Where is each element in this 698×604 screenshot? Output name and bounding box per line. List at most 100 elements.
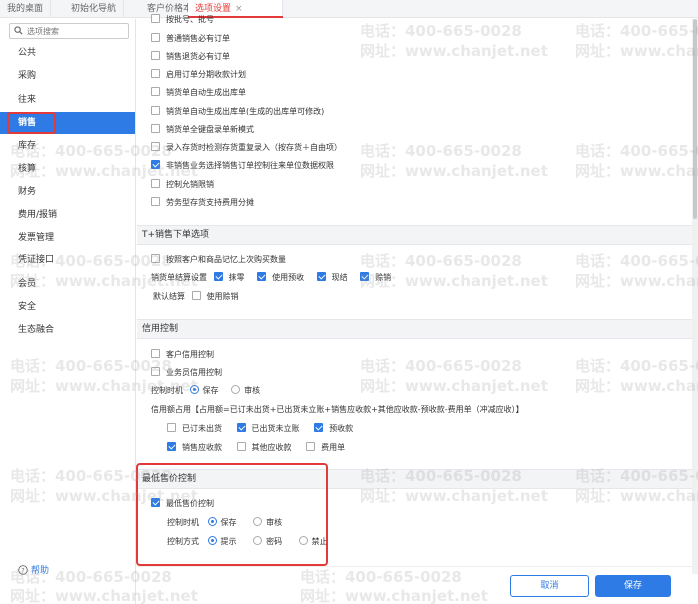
credit-formula: 信用额占用【占用额=已订未出货+已出货未立账+销售应收款+其他应收款-预收款-费… xyxy=(151,405,524,414)
option-label: 审核 xyxy=(244,386,261,395)
radio[interactable] xyxy=(231,385,241,394)
option-row[interactable]: 销售退货必有订单 xyxy=(151,50,230,63)
option-label: 非销售业务选择销售订单控制往来单位数据权限 xyxy=(166,161,334,170)
sales-highlight-frame xyxy=(7,112,56,134)
checkbox[interactable] xyxy=(151,197,160,206)
checkbox[interactable] xyxy=(151,51,160,60)
sidebar-item-member[interactable]: 会员 xyxy=(0,273,135,295)
option-label: 启用订单分期收款计划 xyxy=(166,70,246,79)
checkbox-checked[interactable] xyxy=(257,272,267,281)
section-header-tplus-order: T+销售下单选项 xyxy=(137,225,692,245)
settle-setting-label: 销货单结算设置 xyxy=(151,273,207,282)
checkbox[interactable] xyxy=(151,349,160,358)
option-label: 销售退货必有订单 xyxy=(166,52,230,61)
checkbox[interactable] xyxy=(236,442,246,451)
option-row[interactable]: 普通销售必有订单 xyxy=(151,32,230,45)
sidebar-item-security[interactable]: 安全 xyxy=(0,296,135,318)
option-label: 预收款 xyxy=(329,424,354,433)
option-label: 其他应收款 xyxy=(251,443,292,452)
help-link[interactable]: ? 帮助 xyxy=(18,565,49,577)
option-label: 录入存货时检测存货重复录入（按存货＋自由项） xyxy=(166,143,342,152)
save-button[interactable]: 保存 xyxy=(595,575,671,597)
option-row[interactable]: 按批号、批号 xyxy=(151,13,214,26)
option-row[interactable]: 控制允销限销 xyxy=(151,178,214,191)
checkbox[interactable] xyxy=(151,367,160,376)
option-label: 已订未出货 xyxy=(182,424,222,433)
checkbox-checked[interactable] xyxy=(213,272,223,281)
option-label: 控制允销限销 xyxy=(166,180,214,189)
option-label: 销货单自动生成出库单 xyxy=(166,88,246,97)
sidebar-item-purchase[interactable]: 采购 xyxy=(0,65,135,87)
cancel-button[interactable]: 取消 xyxy=(510,575,589,597)
option-row[interactable]: 启用订单分期收款计划 xyxy=(151,68,246,81)
option-label: 使用赊销 xyxy=(206,292,239,301)
settle-setting-row: 销货单结算设置 抹零 使用预收 现结 赊销 xyxy=(151,271,401,284)
option-row[interactable]: 销货单自动生成出库单 xyxy=(151,86,246,99)
checkbox[interactable] xyxy=(151,254,160,263)
checkbox-checked[interactable] xyxy=(167,442,176,451)
option-row[interactable]: 客户信用控制 xyxy=(151,348,214,361)
sidebar-item-voucher-interface[interactable]: 凭证接口 xyxy=(0,249,135,271)
checkbox[interactable] xyxy=(151,33,160,42)
checkbox[interactable] xyxy=(151,124,160,133)
checkbox-checked[interactable] xyxy=(151,160,160,169)
close-icon[interactable]: × xyxy=(235,4,243,14)
search-box[interactable] xyxy=(9,23,129,39)
default-settle-row: 默认结算 使用赊销 xyxy=(153,290,239,303)
option-label: 销货单自动生成出库单(生成的出库单可修改) xyxy=(166,107,325,116)
tab-my-desktop[interactable]: 我的桌面 xyxy=(0,0,52,18)
section-header-credit-control: 信用控制 xyxy=(137,319,692,339)
checkbox[interactable] xyxy=(151,106,160,115)
sidebar-item-contacts[interactable]: 往来 xyxy=(0,89,135,111)
tab-init-guide[interactable]: 初始化导航 xyxy=(64,0,125,18)
checkbox[interactable] xyxy=(167,423,176,432)
option-label: 业务员信用控制 xyxy=(166,368,222,377)
checkbox[interactable] xyxy=(151,179,160,188)
radio-selected[interactable] xyxy=(189,385,199,394)
option-row[interactable]: 非销售业务选择销售订单控制往来单位数据权限 xyxy=(151,159,334,172)
sidebar-item-inventory[interactable]: 库存 xyxy=(0,135,135,157)
vertical-scrollbar[interactable] xyxy=(692,19,698,574)
option-row[interactable]: 劳务型存货支持费用分摊 xyxy=(151,196,254,209)
checkbox[interactable] xyxy=(151,142,160,151)
credit-items-row2: 销售应收款 其他应收款 费用单 xyxy=(167,441,355,454)
sidebar-item-accounting[interactable]: 核算 xyxy=(0,158,135,180)
option-row[interactable]: 销货单自动生成出库单(生成的出库单可修改) xyxy=(151,105,324,118)
sidebar-item-invoice[interactable]: 发票管理 xyxy=(0,227,135,249)
checkbox[interactable] xyxy=(151,14,160,23)
option-label: 普通销售必有订单 xyxy=(166,34,230,43)
option-row[interactable]: 录入存货时检测存货重复录入（按存货＋自由项） xyxy=(151,141,342,154)
sidebar-item-ecosystem[interactable]: 生态融合 xyxy=(0,319,135,341)
option-label: 保存 xyxy=(202,386,219,395)
checkbox[interactable] xyxy=(151,87,160,96)
sidebar-item-common[interactable]: 公共 xyxy=(0,42,135,64)
option-row[interactable]: 销货单全键盘录单新模式 xyxy=(151,123,254,136)
default-settle-label: 默认结算 xyxy=(153,292,185,301)
checkbox-checked[interactable] xyxy=(316,272,326,281)
credit-timing-label: 控制时机 xyxy=(151,386,183,395)
option-label: 使用预收 xyxy=(272,273,305,282)
checkbox[interactable] xyxy=(151,69,160,78)
option-label: 按照客户和商品记忆上次购买数量 xyxy=(166,255,286,264)
checkbox-checked[interactable] xyxy=(314,423,324,432)
option-label: 已出货未立账 xyxy=(251,424,300,433)
option-label: 销售应收款 xyxy=(182,443,222,452)
sidebar-item-expense[interactable]: 费用/报销 xyxy=(0,204,135,226)
checkbox[interactable] xyxy=(306,442,316,451)
checkbox[interactable] xyxy=(191,291,201,300)
option-label: 劳务型存货支持费用分摊 xyxy=(166,198,254,207)
search-icon xyxy=(14,26,23,35)
search-input[interactable] xyxy=(27,25,125,37)
checkbox-checked[interactable] xyxy=(236,423,246,432)
scrollbar-thumb[interactable] xyxy=(693,19,697,219)
option-label: 赊销 xyxy=(375,273,392,282)
sidebar: 公共 采购 往来 销售 库存 核算 财务 费用/报销 发票管理 凭证接口 会员 … xyxy=(0,19,136,604)
checkbox-checked[interactable] xyxy=(360,272,370,281)
sidebar-item-finance[interactable]: 财务 xyxy=(0,181,135,203)
option-row[interactable]: 业务员信用控制 xyxy=(151,366,222,379)
option-label: 销货单全键盘录单新模式 xyxy=(166,125,254,134)
option-label: 抹零 xyxy=(228,273,245,282)
option-label: 按批号、批号 xyxy=(166,15,214,24)
tab-bar: 我的桌面 初始化导航 客户价格本 选项设置 × xyxy=(0,0,698,19)
option-row[interactable]: 按照客户和商品记忆上次购买数量 xyxy=(151,253,286,266)
